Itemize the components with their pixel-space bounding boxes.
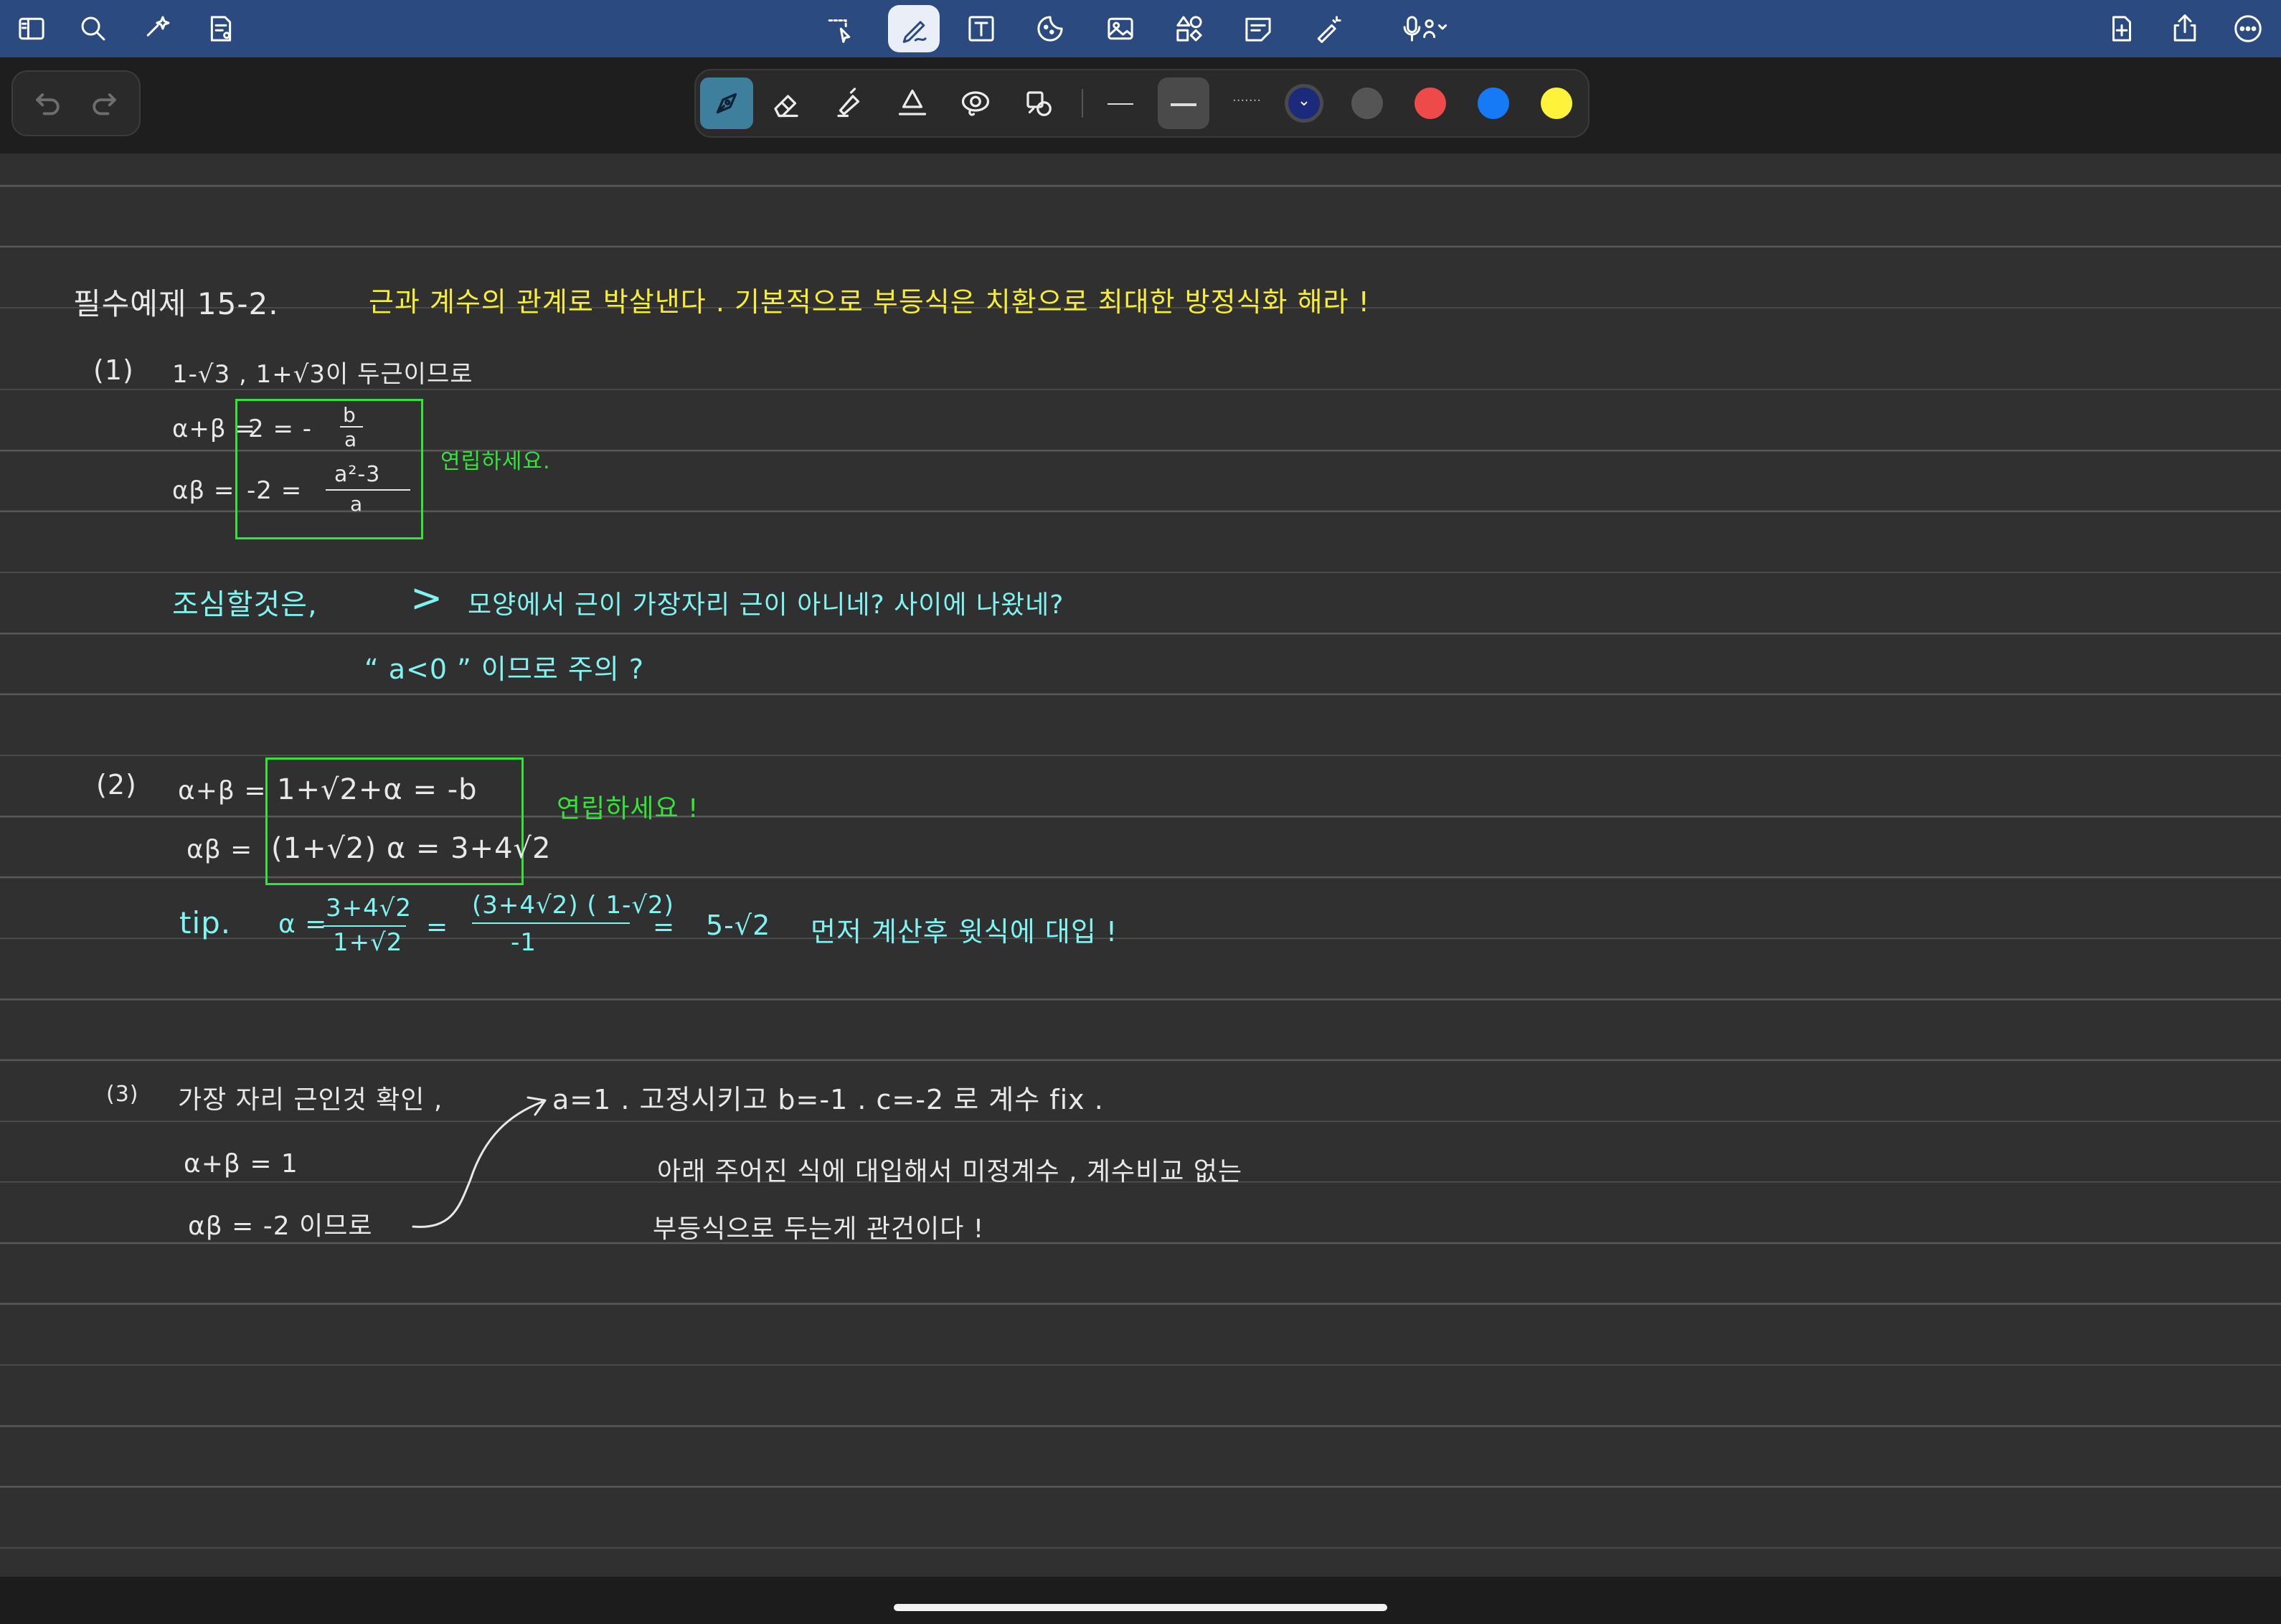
search-icon[interactable]	[72, 7, 115, 50]
home-indicator[interactable]	[894, 1604, 1387, 1611]
p2-f1-num: 3+4√2	[326, 894, 412, 922]
p1-prod-den: a	[350, 492, 364, 516]
microphone-icon[interactable]	[1392, 7, 1460, 50]
highlighter-icon[interactable]	[826, 80, 872, 126]
p2-eq: =	[426, 912, 449, 942]
p2-f2-num: (3+4√2) ( 1-√2)	[472, 891, 674, 920]
sticker-icon[interactable]	[1029, 7, 1072, 50]
undo-redo-group	[11, 70, 141, 136]
magic-tool-icon[interactable]	[1016, 80, 1062, 126]
p2-result: 5-√2	[706, 910, 771, 941]
ai-sparkle-icon[interactable]	[136, 7, 179, 50]
p1-caution-lead: 조심할것은,	[172, 588, 318, 621]
p3-arrow	[412, 1096, 547, 1228]
p1-solve-note: 연립하세요.	[440, 449, 551, 474]
palette-divider	[1082, 89, 1083, 118]
top-toolbar	[0, 0, 2281, 57]
thickness-thin[interactable]	[1095, 77, 1146, 129]
undo-icon[interactable]	[29, 86, 63, 121]
p1-sum-den: a	[344, 428, 358, 451]
p3-label: (3)	[106, 1082, 139, 1107]
p2-alpha: α =	[278, 910, 328, 939]
fountain-pen-icon[interactable]	[700, 77, 753, 129]
p3-a-fix: a=1 . 고정시키고 b=-1 . c=-2 로 계수 fix .	[552, 1084, 1104, 1115]
redo-icon[interactable]	[89, 86, 123, 121]
color-swatch-navy[interactable]: ⌄	[1288, 88, 1320, 119]
lasso-tool-icon[interactable]	[953, 80, 998, 126]
p2-f2-den: -1	[511, 928, 537, 957]
thickness-medium[interactable]	[1158, 77, 1209, 129]
lasso-icon[interactable]	[818, 7, 861, 50]
p2-prod-lhs: αβ =	[186, 835, 253, 864]
color-swatch-blue[interactable]	[1478, 88, 1509, 119]
color-swatch-yellow[interactable]	[1541, 88, 1572, 119]
p2-sum-rhs: 1+√2+α = -b	[277, 773, 478, 806]
p3-line2: 부등식으로 두는게 관건이다 !	[653, 1214, 985, 1244]
problem-title: 필수예제 15-2.	[73, 286, 279, 321]
color-swatch-red[interactable]	[1415, 88, 1446, 119]
color-swatch-gray[interactable]	[1351, 88, 1383, 119]
p2-eq2: =	[653, 912, 676, 942]
p3-sum: α+β = 1	[184, 1149, 298, 1179]
more-icon[interactable]	[2226, 7, 2270, 50]
pen-icon[interactable]	[888, 5, 940, 52]
pen-tool-palette: ······· ⌄	[694, 69, 1590, 138]
notebook-page[interactable]: 필수예제 15-2. 근과 계수의 관계로 박살낸다 . 기본적으로 부등식은 …	[0, 154, 2281, 1577]
p2-after: 먼저 계산후 윗식에 대입 !	[811, 916, 1118, 948]
add-page-icon[interactable]	[2100, 7, 2143, 50]
image-icon[interactable]	[1099, 7, 1142, 50]
laser-pointer-icon[interactable]	[1307, 7, 1350, 50]
document-view-icon[interactable]	[199, 7, 242, 50]
shapes-icon[interactable]	[1168, 7, 1211, 50]
p2-label: (2)	[96, 769, 137, 801]
sticky-note-icon[interactable]	[1237, 7, 1280, 50]
p1-caution-2: “ a<0 ” 이므로 주의 ?	[364, 653, 645, 685]
p2-sum-lhs: α+β =	[178, 776, 267, 806]
eraser-icon[interactable]	[763, 80, 809, 126]
p2-f1-line	[323, 925, 406, 927]
text-box-icon[interactable]	[960, 7, 1003, 50]
p1-caution-symbol: >	[410, 575, 444, 620]
tool-bar: ······· ⌄	[0, 57, 2281, 154]
p1-prod-num: a²-3	[334, 462, 381, 487]
p1-prod-frac-line	[326, 489, 410, 491]
p2-f1-den: 1+√2	[333, 928, 403, 957]
p1-sum-num: b	[343, 403, 356, 427]
shape-tool-icon[interactable]	[889, 80, 935, 126]
chevron-down-icon: ⌄	[1297, 92, 1311, 110]
p2-tip: tip.	[179, 905, 232, 940]
p2-prod-rhs: (1+√2) α = 3+4√2	[271, 832, 552, 865]
p1-roots: 1-√3 , 1+√3이 두근이므로	[172, 360, 473, 389]
bottom-bar	[0, 1577, 2281, 1624]
thickness-dotted[interactable]: ·······	[1221, 77, 1272, 129]
p3-prod: αβ = -2 이므로	[188, 1212, 373, 1241]
p2-f2-line	[472, 922, 630, 924]
p1-caution-text: 모양에서 근이 가장자리 근이 아니네? 사이에 나왔네?	[468, 590, 1064, 620]
p1-sum-eq: 2 = -	[248, 415, 313, 443]
p1-prod-eq: -2 =	[247, 476, 303, 505]
share-icon[interactable]	[2163, 7, 2206, 50]
p1-prod-lhs: αβ =	[172, 476, 235, 505]
p2-solve-note: 연립하세요 !	[557, 794, 699, 823]
p3-line1: 아래 주어진 식에 대입해서 미정계수 , 계수비교 없는	[657, 1157, 1243, 1186]
sidebar-icon[interactable]	[10, 7, 53, 50]
title-note: 근과 계수의 관계로 박살낸다 . 기본적으로 부등식은 치환으로 최대한 방정…	[369, 286, 1370, 318]
p1-label: (1)	[93, 354, 134, 386]
